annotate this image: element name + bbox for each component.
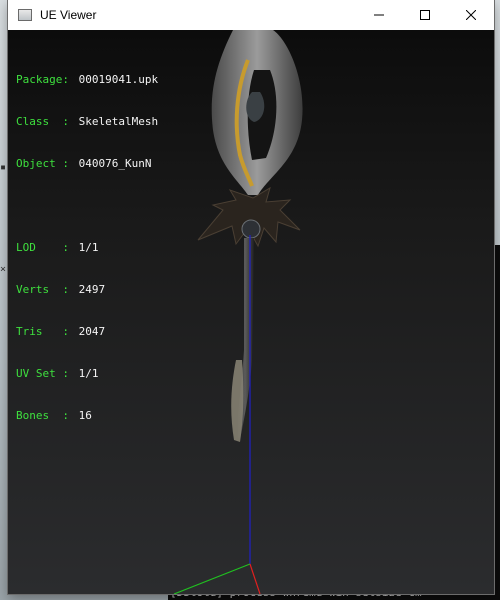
info-row-verts: Verts : 2497 [16, 283, 106, 296]
axis-x [249, 563, 261, 594]
info-row-lod: LOD : 1/1 [16, 241, 99, 254]
info-row-package: Package: 00019041.upk [16, 73, 159, 86]
info-row-bones: Bones : 16 [16, 409, 92, 422]
3d-viewport[interactable]: Package: 00019041.upk Class : SkeletalMe… [8, 30, 494, 594]
orb [241, 219, 261, 239]
info-row-class: Class : SkeletalMesh [16, 115, 159, 128]
minimize-icon [374, 14, 384, 16]
minimize-button[interactable] [356, 0, 402, 30]
info-spacer [16, 199, 158, 213]
info-row-uvset: UV Set : 1/1 [16, 367, 99, 380]
info-row-tris: Tris : 2047 [16, 325, 106, 338]
maximize-button[interactable] [402, 0, 448, 30]
window-title: UE Viewer [40, 8, 97, 22]
ue-viewer-window[interactable]: UE Viewer Package: 00019041.upk Class: … [8, 0, 494, 594]
edge-marker: × [0, 264, 7, 275]
edge-marker: ▪ [0, 162, 7, 173]
info-row-object: Object : 040076_KunN [16, 157, 152, 170]
title-bar[interactable]: UE Viewer [8, 0, 494, 30]
axis-y [173, 563, 251, 594]
close-button[interactable] [448, 0, 494, 30]
app-window-icon [18, 9, 32, 21]
window-controls [356, 0, 494, 30]
close-icon [466, 10, 476, 20]
staff-tassel [231, 360, 244, 442]
model-info-overlay: Package: 00019041.upk Class : SkeletalMe… [16, 45, 158, 451]
maximize-icon [420, 10, 430, 20]
